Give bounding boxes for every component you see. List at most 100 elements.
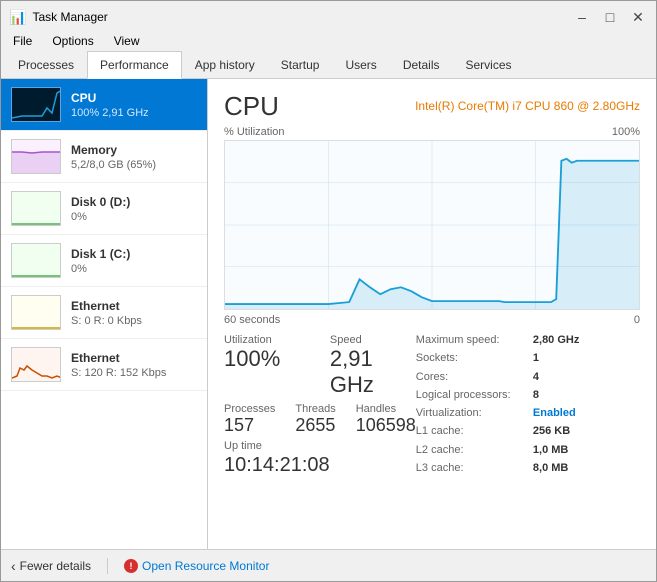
- memory-sub: 5,2/8,0 GB (65%): [71, 159, 197, 171]
- footer-divider: [107, 558, 108, 574]
- ethernet1-sub: S: 0 R: 0 Kbps: [71, 315, 197, 327]
- memory-info: Memory 5,2/8,0 GB (65%): [71, 143, 197, 171]
- stat-val-6: 1,0 MB: [533, 444, 640, 460]
- ethernet1-info: Ethernet S: 0 R: 0 Kbps: [71, 299, 197, 327]
- ethernet2-info: Ethernet S: 120 R: 152 Kbps: [71, 351, 197, 379]
- handles-label: Handles: [356, 403, 416, 415]
- utilization-value: 100%: [224, 346, 310, 372]
- graph-time-left: 60 seconds: [224, 314, 280, 326]
- disk1-info: Disk 1 (C:) 0%: [71, 247, 197, 275]
- handles-stat: Handles 106598: [356, 403, 416, 437]
- graph-y-max: 100%: [612, 126, 640, 138]
- sidebar-item-ethernet1[interactable]: Ethernet S: 0 R: 0 Kbps: [1, 287, 207, 339]
- uptime-section: Up time 10:14:21:08: [224, 440, 416, 478]
- disk0-label: Disk 0 (D:): [71, 195, 197, 209]
- eth1-thumb-graph: [12, 296, 61, 330]
- speed-label: Speed: [330, 334, 416, 346]
- stat-key-4: Virtualization:: [416, 407, 523, 423]
- cpu-thumbnail: [11, 87, 61, 122]
- threads-label: Threads: [295, 403, 335, 415]
- sidebar: CPU 100% 2,91 GHz Memory 5,2/8,0 GB (65%…: [1, 79, 208, 549]
- fewer-details-icon: ‹: [11, 558, 16, 574]
- sidebar-item-ethernet2[interactable]: Ethernet S: 120 R: 152 Kbps: [1, 339, 207, 391]
- disk1-thumbnail: [11, 243, 61, 278]
- ethernet2-sub: S: 120 R: 152 Kbps: [71, 367, 197, 379]
- graph-y-label: % Utilization: [224, 126, 285, 138]
- stat-val-4: Enabled: [533, 407, 640, 423]
- resource-monitor-icon: !: [124, 559, 138, 573]
- disk1-sub: 0%: [71, 263, 197, 275]
- sidebar-item-cpu[interactable]: CPU 100% 2,91 GHz: [1, 79, 207, 131]
- disk0-thumbnail: [11, 191, 61, 226]
- processes-label: Processes: [224, 403, 275, 415]
- minimize-button[interactable]: –: [572, 7, 592, 27]
- fewer-details-button[interactable]: ‹ Fewer details: [11, 558, 91, 574]
- menu-bar: File Options View: [1, 31, 656, 51]
- disk0-thumb-graph: [12, 192, 61, 226]
- menu-file[interactable]: File: [9, 32, 36, 50]
- stat-val-3: 8: [533, 389, 640, 405]
- detail-panel: CPU Intel(R) Core(TM) i7 CPU 860 @ 2.80G…: [208, 79, 656, 549]
- graph-label: % Utilization 100%: [224, 126, 640, 138]
- ethernet1-label: Ethernet: [71, 299, 197, 313]
- stat-key-5: L1 cache:: [416, 425, 523, 441]
- cpu-graph: [224, 140, 640, 310]
- window-title: Task Manager: [32, 10, 107, 24]
- menu-options[interactable]: Options: [48, 32, 97, 50]
- stat-val-1: 1: [533, 352, 640, 368]
- cpu-label: CPU: [71, 91, 197, 105]
- threads-value: 2655: [295, 415, 335, 437]
- sidebar-item-memory[interactable]: Memory 5,2/8,0 GB (65%): [1, 131, 207, 183]
- tab-users[interactable]: Users: [332, 51, 389, 79]
- tab-app-history[interactable]: App history: [182, 51, 268, 79]
- memory-label: Memory: [71, 143, 197, 157]
- handles-value: 106598: [356, 415, 416, 437]
- speed-stat: Speed 2,91 GHz: [330, 334, 416, 399]
- stat-key-3: Logical processors:: [416, 389, 523, 405]
- tab-performance[interactable]: Performance: [87, 51, 182, 79]
- detail-header: CPU Intel(R) Core(TM) i7 CPU 860 @ 2.80G…: [224, 91, 640, 122]
- close-button[interactable]: ✕: [628, 7, 648, 27]
- eth2-thumb-graph: [12, 348, 61, 382]
- stat-key-6: L2 cache:: [416, 444, 523, 460]
- sidebar-item-disk1[interactable]: Disk 1 (C:) 0%: [1, 235, 207, 287]
- processes-stat: Processes 157: [224, 403, 275, 437]
- window-controls: – □ ✕: [572, 7, 648, 27]
- task-manager-window: 📊 Task Manager – □ ✕ File Options View P…: [0, 0, 657, 582]
- open-resource-label: Open Resource Monitor: [142, 559, 269, 573]
- stat-val-2: 4: [533, 371, 640, 387]
- title-bar: 📊 Task Manager – □ ✕: [1, 1, 656, 31]
- stat-key-2: Cores:: [416, 371, 523, 387]
- uptime-value: 10:14:21:08: [224, 452, 416, 478]
- ethernet2-label: Ethernet: [71, 351, 197, 365]
- cpu-thumb-graph: [12, 88, 61, 122]
- speed-value: 2,91 GHz: [330, 346, 416, 399]
- tab-bar: Processes Performance App history Startu…: [1, 51, 656, 79]
- memory-thumbnail: [11, 139, 61, 174]
- tab-services[interactable]: Services: [453, 51, 525, 79]
- cpu-info: CPU 100% 2,91 GHz: [71, 91, 197, 119]
- menu-view[interactable]: View: [110, 32, 144, 50]
- stat-val-7: 8,0 MB: [533, 462, 640, 478]
- stats-section: Utilization 100% Speed 2,91 GHz Processe…: [224, 334, 640, 478]
- open-resource-monitor-button[interactable]: ! Open Resource Monitor: [124, 559, 269, 573]
- main-content: CPU 100% 2,91 GHz Memory 5,2/8,0 GB (65%…: [1, 79, 656, 549]
- disk0-info: Disk 0 (D:) 0%: [71, 195, 197, 223]
- tab-startup[interactable]: Startup: [268, 51, 333, 79]
- sidebar-item-disk0[interactable]: Disk 0 (D:) 0%: [1, 183, 207, 235]
- graph-time-labels: 60 seconds 0: [224, 314, 640, 326]
- disk0-sub: 0%: [71, 211, 197, 223]
- tab-processes[interactable]: Processes: [5, 51, 87, 79]
- tab-details[interactable]: Details: [390, 51, 453, 79]
- processes-value: 157: [224, 415, 275, 437]
- stats-right: Maximum speed: 2,80 GHz Sockets: 1 Cores…: [416, 334, 640, 478]
- ethernet1-thumbnail: [11, 295, 61, 330]
- maximize-button[interactable]: □: [600, 7, 620, 27]
- threads-stat: Threads 2655: [295, 403, 335, 437]
- stat-key-7: L3 cache:: [416, 462, 523, 478]
- stat-val-5: 256 KB: [533, 425, 640, 441]
- memory-thumb-graph: [12, 140, 61, 174]
- stat-key-0: Maximum speed:: [416, 334, 523, 350]
- graph-time-right: 0: [634, 314, 640, 326]
- utilization-label: Utilization: [224, 334, 310, 346]
